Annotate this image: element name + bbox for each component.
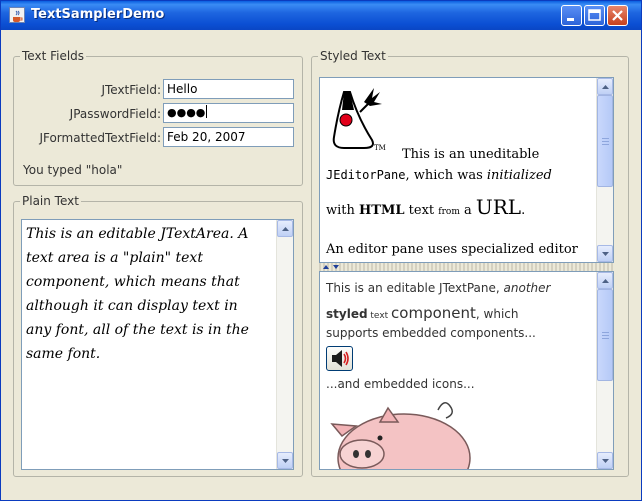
plain-text-line: any font, all of the text is in the: [26, 322, 249, 338]
minimize-icon: [567, 18, 574, 21]
speaker-button[interactable]: [326, 346, 353, 371]
code-word: JEditorPane: [326, 168, 406, 182]
thumb-grip: [602, 338, 609, 339]
text-caret: [206, 105, 208, 118]
scroll-up-button[interactable]: [277, 220, 293, 237]
editor-text: .: [521, 203, 526, 218]
arrow-up-icon: [602, 85, 609, 89]
plain-text-legend: Plain Text: [20, 194, 81, 208]
jpassword-input[interactable]: ●●●●: [163, 103, 294, 123]
close-icon: [612, 10, 623, 21]
plain-text-line: text area is a "plain" text: [26, 250, 203, 266]
tp-italic: another: [503, 281, 551, 295]
textpane-line-1: This is an editable JTextPane, another: [326, 281, 550, 295]
jpassword-label: JPasswordField:: [69, 107, 161, 121]
maximize-icon: [588, 9, 601, 21]
scroll-thumb[interactable]: [597, 95, 613, 187]
scroll-down-button[interactable]: [597, 245, 613, 262]
typed-status: You typed "hola": [23, 163, 123, 177]
arrow-down-icon: [602, 252, 609, 256]
arrow-up-icon: [282, 227, 289, 231]
thumb-grip: [602, 332, 609, 333]
textpane-scrollbar[interactable]: [596, 272, 613, 469]
app-window: TextSamplerDemo Text Fields JTextField: …: [0, 0, 642, 501]
jtextfield-input[interactable]: Hello: [163, 79, 294, 99]
thumb-grip: [602, 335, 609, 336]
textpane-line-4: ...and embedded icons...: [326, 377, 475, 391]
textpane-line-2: styled text component, which: [326, 304, 518, 322]
plain-text-line: same font.: [26, 346, 101, 362]
java-cup-icon: [9, 7, 25, 23]
window-title: TextSamplerDemo: [31, 7, 165, 22]
editor-text: a: [459, 203, 476, 218]
plain-text-line: component, which means that: [26, 274, 240, 290]
split-pane-divider[interactable]: [319, 263, 614, 271]
pig-icon: [330, 402, 471, 469]
scroll-down-button[interactable]: [277, 452, 293, 469]
tp-small: text: [367, 311, 392, 321]
minimize-button[interactable]: [561, 5, 582, 26]
scroll-thumb[interactable]: [597, 289, 613, 381]
jformatted-input[interactable]: Feb 20, 2007: [163, 127, 294, 147]
small-word: from: [438, 207, 460, 217]
arrow-down-icon: [602, 459, 609, 463]
jformatted-label: JFormattedTextField:: [39, 131, 161, 145]
plain-text-line: although it can display text in: [26, 298, 238, 314]
italic-word: initialized: [486, 168, 552, 183]
editor-line-4: An editor pane uses specialized editor: [326, 242, 578, 257]
plain-text-line: This is an editable JTextArea. A: [26, 226, 249, 242]
thumb-grip: [602, 144, 609, 145]
thumb-grip: [602, 141, 609, 142]
editor-line-1: This is an uneditable: [402, 147, 540, 162]
plain-text-content: This is an editable JTextArea. A text ar…: [26, 222, 271, 366]
editor-text: text: [404, 203, 439, 218]
close-button[interactable]: [607, 5, 628, 26]
editor-scrollbar[interactable]: [596, 78, 613, 262]
tp-text: , which: [475, 307, 519, 321]
tp-text: This is an editable JTextPane,: [326, 281, 504, 295]
password-dots: ●●●●: [167, 106, 206, 119]
tp-large: component: [391, 304, 476, 322]
editor-pane[interactable]: TM This is an uneditable JEditorPane, wh…: [319, 77, 614, 263]
editor-line-2: JEditorPane, which was initialized: [326, 168, 552, 183]
text-fields-legend: Text Fields: [20, 49, 87, 63]
title-bar[interactable]: TextSamplerDemo: [1, 1, 641, 30]
styled-text-legend: Styled Text: [318, 49, 388, 63]
thumb-grip: [602, 138, 609, 139]
bold-word: HTML: [359, 203, 405, 218]
arrow-up-icon: [602, 279, 609, 283]
maximize-button[interactable]: [584, 5, 605, 26]
tp-bold: styled: [326, 307, 368, 321]
large-word: URL: [475, 195, 522, 219]
jtextfield-label: JTextField:: [101, 83, 161, 97]
arrow-down-icon: [282, 459, 289, 463]
editor-text: , which was: [405, 168, 487, 183]
plain-text-area[interactable]: This is an editable JTextArea. A text ar…: [21, 219, 294, 470]
editor-line-3: with HTML text from a URL.: [326, 195, 525, 219]
plain-text-scrollbar[interactable]: [276, 220, 293, 469]
tm-mark: TM: [374, 144, 386, 152]
textpane-line-3: supports embedded components...: [326, 326, 536, 340]
text-pane[interactable]: This is an editable JTextPane, another s…: [319, 271, 614, 470]
scroll-up-button[interactable]: [597, 272, 613, 289]
split-arrows-icon[interactable]: [321, 263, 345, 271]
scroll-up-button[interactable]: [597, 78, 613, 95]
editor-text: with: [326, 203, 360, 218]
scroll-down-button[interactable]: [597, 452, 613, 469]
speaker-icon: [332, 350, 349, 367]
